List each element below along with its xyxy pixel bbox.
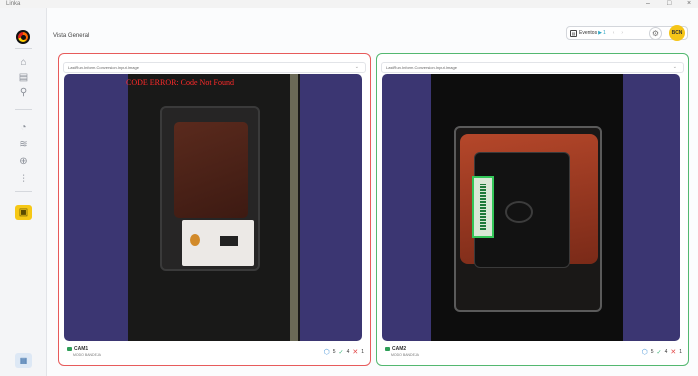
cross-icon: ✕ (670, 349, 677, 356)
check-icon: ✓ (656, 349, 662, 356)
header: Vista General ▤ Eventos ▶ 1 ‹ › ⚙ BCN (47, 8, 698, 44)
stat-ok: 4 (346, 349, 350, 355)
events-prev-icon[interactable]: ‹ (613, 30, 615, 36)
camera-image[interactable] (382, 74, 680, 341)
source-dropdown[interactable]: LastRun.Inform.Conversion.Input.Image ⌄ (381, 62, 684, 73)
document-icon[interactable]: ▤ (15, 70, 32, 85)
events-icon: ▤ (570, 29, 577, 37)
close-window-button[interactable]: × (687, 0, 691, 8)
camera-mode: MODO BANDEJA (391, 353, 420, 357)
chevron-down-icon: ⌄ (672, 64, 677, 70)
camera-stats: ⬡ 5 ✓ 4 ✕ 1 (642, 348, 682, 356)
sidebar-divider (15, 48, 32, 49)
product-meat (174, 122, 248, 218)
camera-settings-icon[interactable]: ▣ (15, 205, 32, 220)
label-logo (190, 234, 200, 246)
settings-gear-icon[interactable]: ⚙ (649, 27, 662, 40)
sidebar-divider (15, 191, 32, 192)
pin-icon[interactable]: ⚲ (15, 85, 32, 100)
chart-icon[interactable]: ⫶ (15, 172, 32, 187)
camera-name: CAM2 (385, 346, 406, 352)
maximize-button[interactable]: □ (667, 0, 671, 8)
camera-card-1: LastRun.Inform.Conversion.Input.Image ⌄ … (58, 53, 371, 366)
camera-name: CAM1 (67, 346, 88, 352)
camera-card-2: LastRun.Inform.Conversion.Input.Image ⌄ … (376, 53, 689, 366)
camera-image[interactable]: CODE ERROR: Code Not Found (64, 74, 362, 341)
barcode-detection-box (472, 176, 494, 238)
source-dropdown[interactable]: LastRun.Inform.Conversion.Input.Image ⌄ (63, 62, 366, 73)
layers-icon[interactable]: ≋ (15, 137, 32, 152)
minimize-button[interactable]: – (646, 0, 650, 8)
cross-icon: ✕ (352, 349, 359, 356)
error-overlay-text: CODE ERROR: Code Not Found (126, 78, 235, 87)
globe-icon[interactable]: ⊕ (15, 154, 32, 169)
events-next-icon[interactable]: › (621, 30, 623, 36)
cube-icon: ⬡ (323, 349, 330, 356)
sidebar: ⌂ ▤ ⚲ ◔ ≋ ⊕ ⫶ ▣ ▦ (0, 8, 47, 376)
tray (454, 126, 602, 312)
tray-embossing (505, 201, 533, 223)
source-dropdown-value: LastRun.Inform.Conversion.Input.Image (68, 65, 139, 70)
gauge-icon[interactable]: ◔ (15, 120, 32, 135)
stat-total: 5 (332, 349, 336, 355)
source-dropdown-value: LastRun.Inform.Conversion.Input.Image (386, 65, 457, 70)
belt-rail (290, 74, 298, 341)
camera-stats: ⬡ 5 ✓ 4 ✕ 1 (324, 348, 364, 356)
home-icon[interactable]: ⌂ (15, 55, 32, 70)
camera-card-footer: CAM2 MODO BANDEJA ⬡ 5 ✓ 4 ✕ 1 (385, 346, 682, 362)
stat-fail: 1 (679, 349, 682, 355)
grid-icon[interactable]: ▦ (15, 353, 32, 368)
stat-fail: 1 (361, 349, 364, 355)
tray (160, 106, 260, 271)
events-play-icon: ▶ (598, 30, 602, 36)
page-title: Vista General (53, 33, 90, 39)
stat-total: 5 (650, 349, 654, 355)
events-count: 1 (602, 30, 606, 36)
product-label (182, 220, 254, 266)
app-name: Linka (6, 1, 21, 7)
sidebar-divider (15, 109, 32, 110)
chevron-down-icon: ⌄ (354, 64, 359, 70)
stat-ok: 4 (664, 349, 668, 355)
app-logo[interactable] (16, 30, 30, 44)
barcode (480, 184, 486, 230)
cube-icon: ⬡ (641, 349, 648, 356)
avatar[interactable]: BCN (669, 25, 685, 41)
check-icon: ✓ (338, 349, 344, 356)
camera-card-footer: CAM1 MODO BANDEJA ⬡ 5 ✓ 4 ✕ 1 (67, 346, 364, 362)
label-barcode (220, 236, 238, 246)
window-titlebar: Linka – □ × (0, 0, 698, 8)
camera-mode: MODO BANDEJA (73, 353, 102, 357)
events-label: Eventos (579, 30, 598, 36)
